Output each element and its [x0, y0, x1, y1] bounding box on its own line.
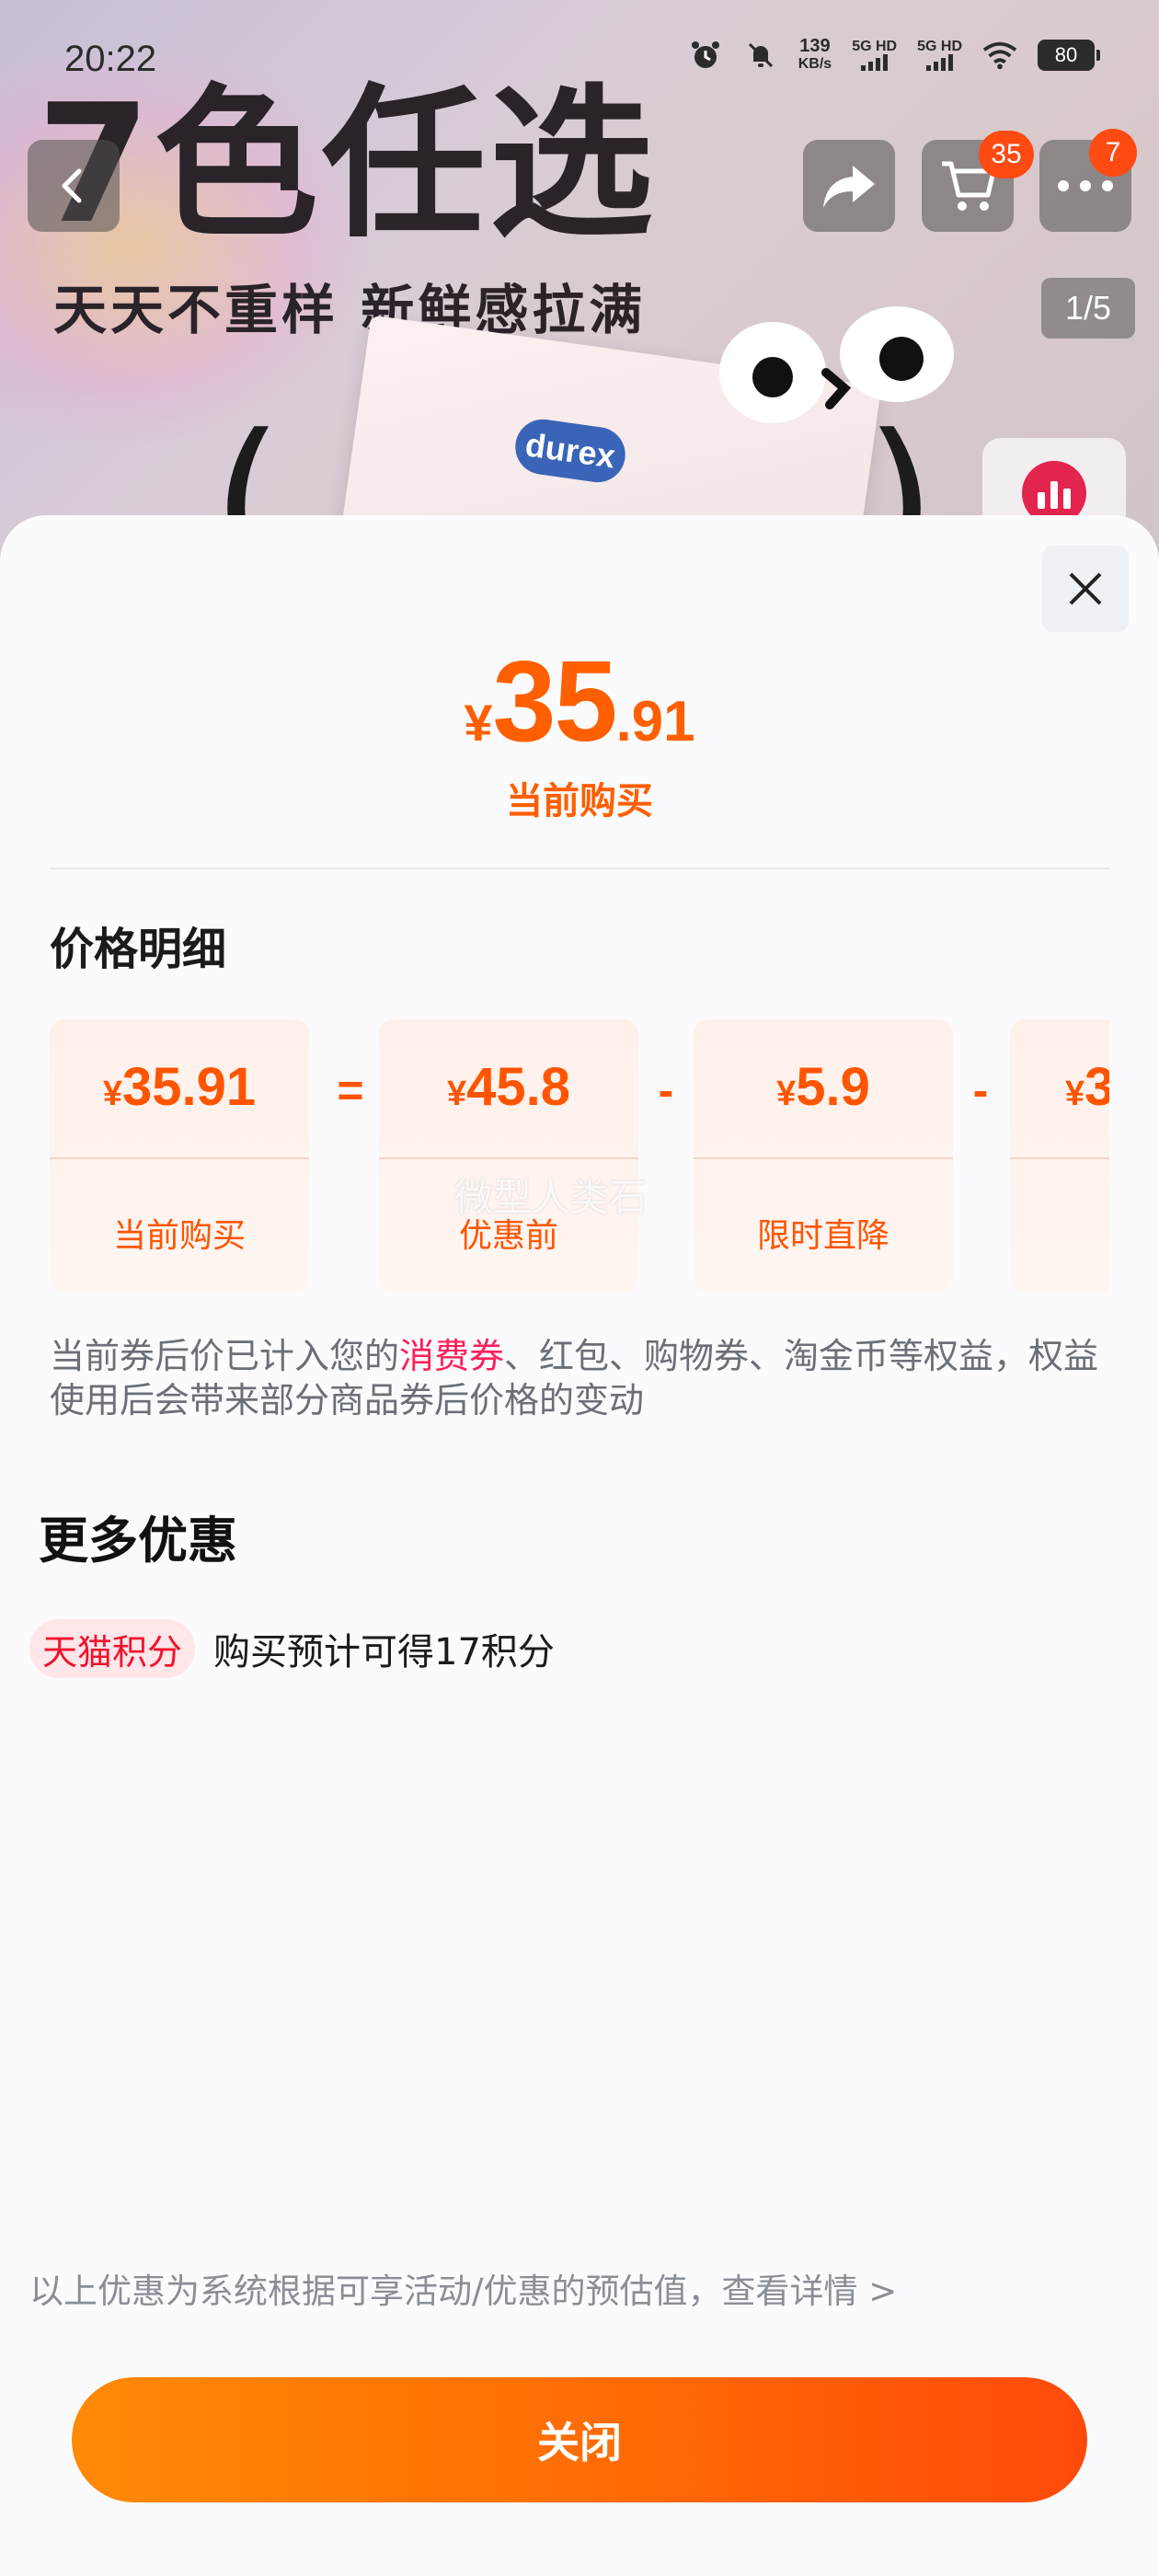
price-symbol: ¥ — [464, 694, 493, 752]
breakdown-value: ¥3 — [1010, 1056, 1109, 1118]
breakdown-card-original: ¥45.8 优惠前 — [379, 1019, 638, 1292]
current-price: ¥35.91 — [0, 637, 1159, 767]
alarm-icon — [688, 38, 723, 73]
more-offers-title: 更多优惠 — [39, 1512, 237, 1570]
equals-operator: = — [337, 1064, 364, 1116]
breakdown-value: ¥35.91 — [50, 1056, 309, 1118]
note-text: 当前券后价已计入您的 — [50, 1336, 400, 1376]
price-breakdown-title: 价格明细 — [50, 924, 227, 975]
banner-title: 7色任选 — [37, 69, 657, 259]
more-icon — [1058, 180, 1113, 191]
price-decimal: .91 — [615, 690, 695, 753]
close-icon — [1069, 572, 1102, 605]
currency-symbol: ¥ — [102, 1075, 122, 1113]
note-highlight-link[interactable]: 消费券 — [399, 1336, 504, 1376]
price-integer: 35 — [492, 638, 618, 765]
divider — [50, 868, 1109, 869]
share-button[interactable] — [803, 140, 895, 232]
currency-symbol: ¥ — [446, 1075, 467, 1113]
price-breakdown-cards[interactable]: ¥35.91 当前购买 = ¥45.8 优惠前 - ¥5.9 限时直降 - ¥3 — [50, 1019, 1109, 1299]
card-divider — [1010, 1157, 1109, 1159]
breakdown-amount: 45.8 — [466, 1057, 571, 1117]
breakdown-label: 当前购买 — [112, 1217, 246, 1255]
share-icon — [823, 166, 875, 208]
card-divider — [379, 1157, 638, 1159]
breakdown-amount: 3 — [1084, 1057, 1109, 1117]
breakdown-card-coupon: ¥3 — [1010, 1019, 1109, 1292]
card-divider — [50, 1157, 309, 1159]
minus-operator: - — [972, 1064, 989, 1116]
net-speed-unit: KB/s — [798, 56, 832, 72]
net-speed-value: 139 — [799, 36, 831, 56]
price-note: 当前券后价已计入您的消费券、红包、购物券、淘金币等权益，权益使用后会带来部分商品… — [50, 1334, 1117, 1422]
sim2-label: 5G HD — [917, 39, 962, 54]
sim1-label: 5G HD — [852, 39, 898, 54]
message-count-badge: 7 — [1089, 129, 1137, 177]
more-button[interactable]: 7 — [1039, 129, 1137, 232]
face-doodle-icon — [719, 306, 954, 423]
tmall-points-tag: 天猫积分 — [29, 1619, 196, 1678]
breakdown-value: ¥5.9 — [694, 1056, 953, 1118]
back-icon — [62, 168, 82, 203]
minus-operator: - — [658, 1064, 674, 1116]
card-divider — [694, 1157, 953, 1159]
signal-bars-icon — [861, 54, 889, 71]
price-detail-sheet: ¥35.91 当前购买 价格明细 ¥35.91 当前购买 = ¥45.8 优惠前… — [0, 515, 1159, 2576]
close-sheet-button[interactable] — [1042, 546, 1129, 632]
image-page-indicator: 1/5 — [1041, 278, 1135, 339]
cart-button[interactable]: 35 — [922, 131, 1034, 232]
signal-sim2: 5G HD — [917, 40, 962, 71]
mute-icon — [743, 38, 778, 73]
banner-subtitle: 天天不重样 新鲜感拉满 — [53, 279, 647, 341]
back-button[interactable] — [28, 140, 120, 232]
breakdown-label: 限时直降 — [756, 1217, 889, 1255]
watermark: 微型人类石 — [454, 1175, 648, 1220]
breakdown-amount: 5.9 — [796, 1057, 870, 1117]
cart-count-badge: 35 — [979, 131, 1034, 178]
close-button[interactable]: 关闭 — [72, 2377, 1087, 2502]
currency-symbol: ¥ — [1065, 1075, 1085, 1113]
signal-bars-icon — [926, 54, 954, 71]
breakdown-value: ¥45.8 — [379, 1056, 638, 1118]
points-row: 天猫积分 购买预计可得17积分 — [29, 1619, 555, 1678]
breakdown-card-discount: ¥5.9 限时直降 — [694, 1019, 953, 1292]
signal-sim1: 5G HD — [852, 40, 897, 71]
status-icons: 139 KB/s 5G HD 5G HD 80 — [688, 37, 1100, 74]
price-caption: 当前购买 — [506, 780, 653, 822]
wifi-icon — [982, 38, 1017, 73]
breakdown-amount: 35.91 — [121, 1057, 257, 1117]
net-speed: 139 KB/s — [798, 37, 832, 74]
battery-indicator: 80 — [1038, 40, 1100, 71]
view-details-link[interactable]: 以上优惠为系统根据可享活动/优惠的预估值，查看详情 > — [29, 2263, 897, 2313]
currency-symbol: ¥ — [776, 1075, 797, 1113]
breakdown-card-current: ¥35.91 当前购买 — [50, 1019, 309, 1292]
product-banner: 20:22 139 KB/s 5G HD 5G HD 80 7色任选 天天不重样… — [0, 0, 1159, 589]
points-description: 购买预计可得17积分 — [213, 1631, 555, 1673]
